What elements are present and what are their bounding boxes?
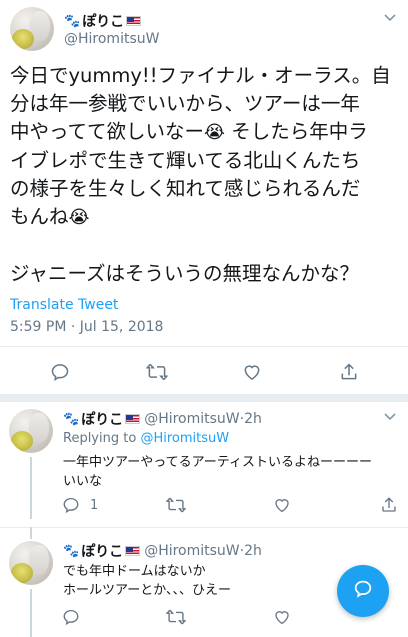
- like-button[interactable]: [273, 608, 291, 626]
- crying-face-emoji: 😭: [204, 122, 226, 143]
- chevron-down-icon[interactable]: [383, 408, 397, 427]
- tweet-line: イブレポで生きて輝いてる北山くんたち: [10, 149, 361, 172]
- retweet-icon: [166, 496, 186, 514]
- crying-face-emoji: 😭: [68, 207, 90, 228]
- tweet-line: 今日でyummy!!ファイナル・オーラス。自: [10, 64, 391, 87]
- reply-time: 2h: [244, 543, 262, 559]
- tweet-line: 中やってて欲しいなー😭 そしたら年中ラ: [10, 120, 368, 143]
- paw-icon: 🐾: [63, 543, 80, 559]
- reply-button[interactable]: [50, 362, 70, 382]
- thread-line: [30, 589, 32, 637]
- replying-to: Replying to @HiromitsuW: [63, 431, 230, 446]
- share-icon: [339, 362, 359, 382]
- reply-icon: [62, 608, 80, 626]
- share-icon: [380, 496, 398, 514]
- paw-icon: 🐾: [64, 13, 81, 29]
- avatar-yellow-figure: [11, 431, 33, 451]
- reply-icon: [62, 496, 80, 514]
- retweet-button[interactable]: [166, 608, 186, 626]
- tweet-line: ジャニーズはそういうの無理なんかな？: [10, 262, 360, 285]
- retweet-button[interactable]: [146, 362, 168, 382]
- author-name-row[interactable]: 🐾 ぽりこ @HiromitsuW · 2h: [63, 409, 262, 429]
- compose-button[interactable]: [337, 565, 389, 617]
- like-button[interactable]: [242, 362, 262, 382]
- avatar-yellow-figure: [12, 29, 34, 49]
- us-flag-icon: [125, 546, 141, 556]
- heart-icon: [242, 362, 262, 382]
- section-divider: [0, 394, 408, 402]
- display-name: ぽりこ: [82, 14, 125, 30]
- tweet-text: 今日でyummy!!ファイナル・オーラス。自 分は年一参戦でいいから、ツアーは一…: [10, 62, 400, 288]
- tweet-timestamp[interactable]: 5:59 PM · Jul 15, 2018: [10, 319, 163, 335]
- reply-time: 2h: [244, 411, 262, 427]
- reply-text: 一年中ツアーやってるアーティストいるよねーーーー いいな: [63, 455, 373, 489]
- reply-text: でも年中ドームはないか ホールツアーとか、、、ひえー: [63, 564, 231, 598]
- like-button[interactable]: [273, 496, 291, 514]
- thread-line: [30, 527, 32, 539]
- tweet-line: もんね😭: [10, 205, 90, 228]
- divider: [0, 346, 408, 347]
- reply-icon: [50, 362, 70, 382]
- reply-count: 1: [90, 497, 99, 513]
- divider: [0, 527, 408, 528]
- author-handle: @HiromitsuW: [144, 543, 240, 559]
- us-flag-icon: [125, 414, 141, 424]
- avatar[interactable]: [9, 409, 53, 453]
- author-handle[interactable]: @HiromitsuW: [64, 31, 159, 47]
- us-flag-icon: [126, 16, 142, 26]
- avatar[interactable]: [9, 541, 53, 585]
- translate-tweet-link[interactable]: Translate Tweet: [10, 297, 118, 313]
- retweet-icon: [146, 362, 168, 382]
- display-name: ぽりこ: [81, 412, 124, 428]
- heart-icon: [273, 608, 291, 626]
- thread-line: [30, 457, 32, 519]
- replying-to-handle[interactable]: @HiromitsuW: [140, 431, 229, 446]
- tweet-line: の様子を生々しく知れて感じられるんだ: [10, 177, 361, 200]
- author-handle: @HiromitsuW: [144, 411, 240, 427]
- retweet-button[interactable]: [166, 496, 186, 514]
- author-name-row[interactable]: 🐾 ぽりこ @HiromitsuW · 2h: [63, 541, 262, 561]
- tweet-line: 分は年一参戦でいいから、ツアーは一年: [10, 92, 360, 115]
- retweet-icon: [166, 608, 186, 626]
- reply-button[interactable]: [62, 608, 80, 626]
- author-name-row[interactable]: 🐾 ぽりこ: [64, 11, 142, 31]
- reply-button[interactable]: 1: [62, 496, 98, 514]
- share-button[interactable]: [380, 496, 398, 514]
- chevron-down-icon[interactable]: [383, 9, 397, 28]
- display-name: ぽりこ: [81, 544, 124, 560]
- share-button[interactable]: [339, 362, 359, 382]
- avatar[interactable]: [10, 7, 54, 51]
- compose-icon: [352, 578, 374, 604]
- avatar-yellow-figure: [11, 563, 33, 583]
- heart-icon: [273, 496, 291, 514]
- paw-icon: 🐾: [63, 411, 80, 427]
